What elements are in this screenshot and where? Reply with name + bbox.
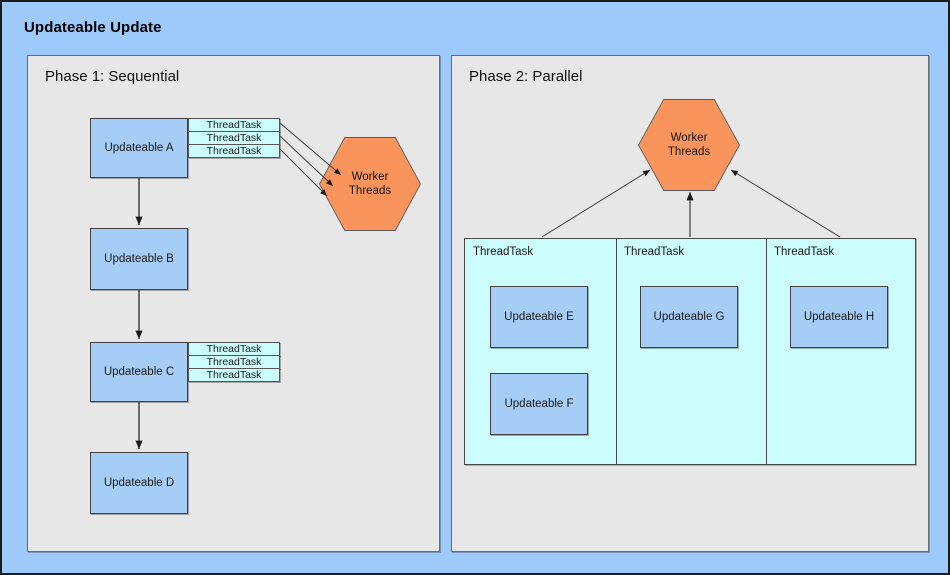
updateable-g-box[interactable]: Updateable G — [640, 286, 738, 348]
phase-1-label: Phase 1: Sequential — [45, 68, 180, 85]
updateable-a-label: Updateable A — [104, 142, 174, 154]
threadtask-stack-c: ThreadTask ThreadTask ThreadTask — [188, 342, 280, 382]
worker-threads-line2: Threads — [348, 185, 392, 197]
updateable-f-box[interactable]: Updateable F — [490, 373, 588, 435]
threadtask-chip[interactable]: ThreadTask — [188, 118, 280, 132]
updateable-e-label: Updateable E — [504, 311, 574, 323]
column-divider — [616, 239, 617, 464]
updateable-c-box[interactable]: Updateable C — [90, 342, 188, 402]
threadtask-column-1-label: ThreadTask — [473, 246, 534, 258]
threadtask-chip[interactable]: ThreadTask — [188, 144, 280, 158]
updateable-h-box[interactable]: Updateable H — [790, 286, 888, 348]
page-title: Updateable Update — [24, 19, 162, 36]
worker-threads-line1: Worker — [351, 171, 389, 183]
updateable-g-label: Updateable G — [653, 311, 725, 323]
updateable-d-box[interactable]: Updateable D — [90, 452, 188, 514]
updateable-a-box[interactable]: Updateable A — [90, 118, 188, 178]
threadtask-chip[interactable]: ThreadTask — [188, 355, 280, 369]
threadtask-column-2-label: ThreadTask — [624, 246, 685, 258]
diagram-canvas: Updateable Update Phase 1: Sequential Up… — [0, 0, 950, 575]
updateable-e-box[interactable]: Updateable E — [490, 286, 588, 348]
updateable-b-box[interactable]: Updateable B — [90, 228, 188, 290]
updateable-d-label: Updateable D — [103, 477, 175, 489]
updateable-c-label: Updateable C — [103, 366, 175, 378]
threadtask-chip[interactable]: ThreadTask — [188, 368, 280, 382]
column-divider — [766, 239, 767, 464]
threadtask-stack-a: ThreadTask ThreadTask ThreadTask — [188, 118, 280, 158]
phase-2-label: Phase 2: Parallel — [469, 68, 583, 85]
updateable-f-label: Updateable F — [504, 398, 574, 410]
updateable-h-label: Updateable H — [803, 311, 875, 323]
threadtask-column-3-label: ThreadTask — [774, 246, 835, 258]
worker-threads-line2: Threads — [667, 146, 711, 158]
updateable-b-label: Updateable B — [104, 253, 174, 265]
threadtask-chip[interactable]: ThreadTask — [188, 342, 280, 356]
worker-threads-line1: Worker — [670, 132, 708, 144]
threadtask-chip[interactable]: ThreadTask — [188, 131, 280, 145]
